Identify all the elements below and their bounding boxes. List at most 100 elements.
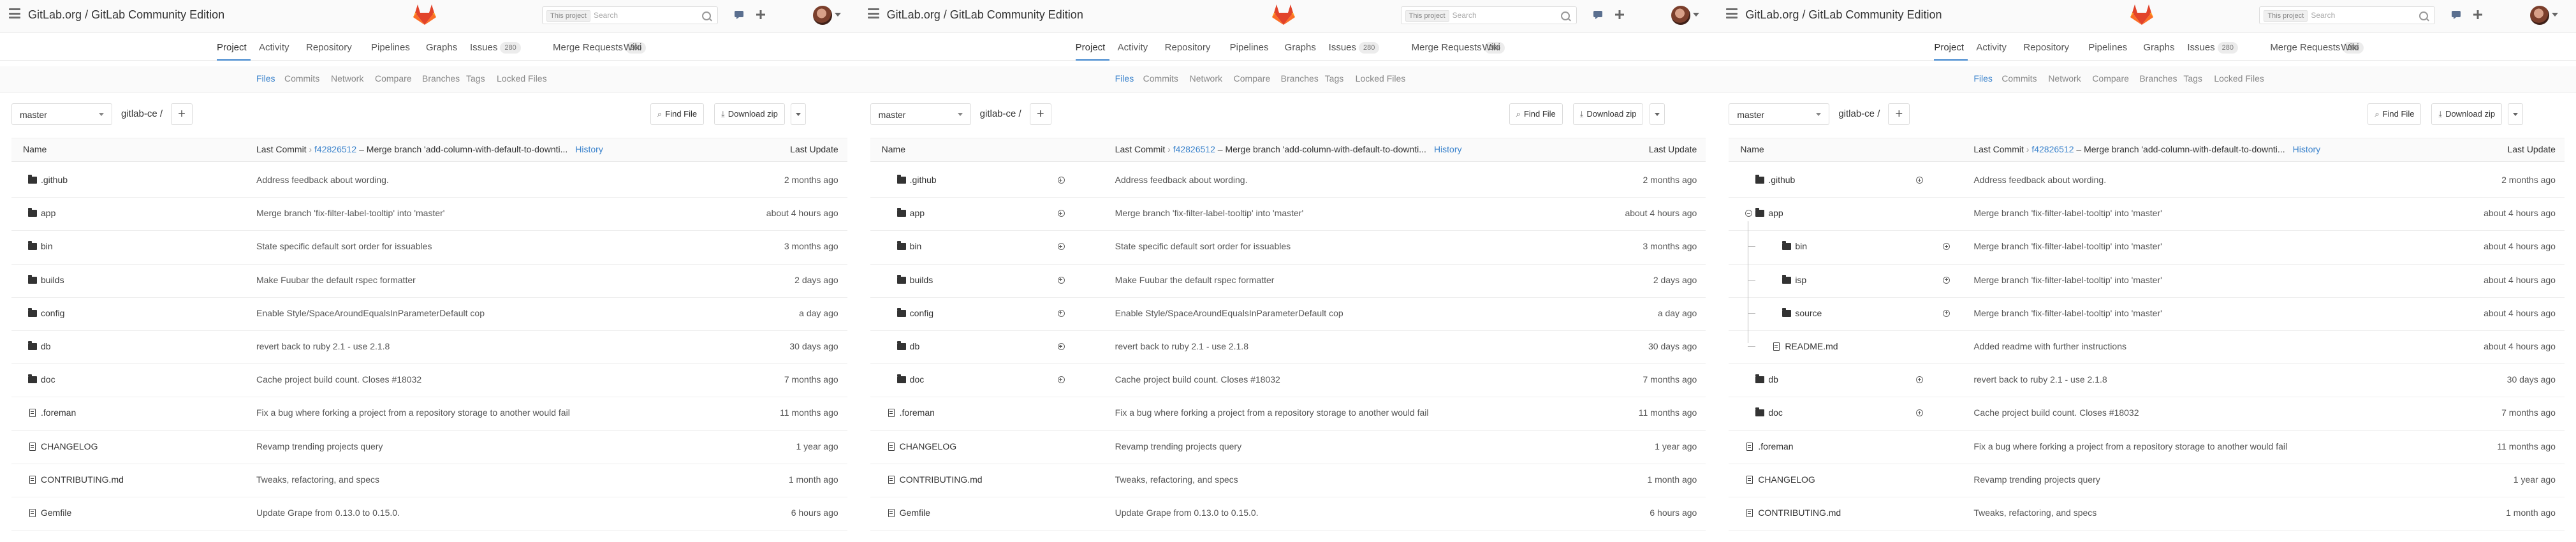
project-link[interactable]: GitLab Community Edition [1808,8,1942,21]
branch-select[interactable]: master [870,103,971,125]
entry-name[interactable]: CHANGELOG [887,441,956,451]
expand-icon[interactable] [1057,376,1065,384]
folder-row[interactable]: .github Address feedback about wording. 2 … [870,165,1706,198]
tab-wiki[interactable]: Wiki [1482,42,1500,53]
user-menu-caret[interactable] [1693,13,1700,17]
folder-row[interactable]: doc Cache project build count. Closes #18… [870,364,1706,398]
commit-message-link[interactable]: Address feedback about wording. [1115,175,1248,185]
entry-name[interactable]: app [28,208,55,218]
subtab-files[interactable]: Files [1973,73,1993,84]
commit-message-link[interactable]: Address feedback about wording. [1973,175,2106,185]
search-scope-badge[interactable]: This project [1405,10,1449,22]
group-link[interactable]: GitLab.org [28,8,82,21]
entry-name[interactable]: app [887,208,1065,218]
tab-pipelines[interactable]: Pipelines [2088,42,2127,53]
commit-message-link[interactable]: Update Grape from 0.13.0 to 0.15.0. [1115,508,1259,518]
expand-icon[interactable] [1057,342,1065,350]
collapse-icon[interactable] [1745,210,1753,217]
download-options-button[interactable] [2508,103,2524,125]
entry-name[interactable]: CHANGELOG [1745,474,1815,485]
breadcrumb-root[interactable]: gitlab-ce [1838,108,1875,119]
entry-name[interactable]: bin [28,241,53,251]
folder-row[interactable]: .github Address feedback about wording. 2 … [11,165,847,198]
tab-issues[interactable]: Issues 280 [1329,42,1380,54]
entry-name[interactable]: CONTRIBUTING.md [28,474,124,485]
commit-message-link[interactable]: Merge branch 'fix-filter-label-tooltip' … [1973,241,2162,251]
entry-name[interactable]: .foreman [887,407,935,418]
add-file-button[interactable]: + [1888,103,1910,125]
expand-icon[interactable] [1057,276,1065,284]
avatar[interactable] [812,6,832,25]
hamburger-icon[interactable] [9,8,20,18]
entry-name[interactable]: config [28,307,64,318]
entry-name[interactable]: config [887,307,1065,318]
entry-name[interactable]: db [1745,374,1924,385]
commit-message-link[interactable]: Revamp trending projects query [1115,441,1241,451]
user-menu-caret[interactable] [834,13,841,17]
expand-icon[interactable] [1916,376,1924,384]
project-link[interactable]: GitLab Community Edition [91,8,224,21]
download-zip-button[interactable]: ⤓ Download zip [1572,103,1644,125]
commit-message-link[interactable]: Fix a bug where forking a project from a… [256,407,570,418]
folder-row[interactable]: doc Cache project build count. Closes #18… [1729,397,2565,431]
search-input[interactable]: Search [594,11,618,20]
subtab-tags[interactable]: Tags [466,73,485,84]
avatar[interactable] [1671,6,1691,25]
commit-message-link[interactable]: Cache project build count. Closes #18032 [1973,407,2139,418]
commit-message-link[interactable]: Address feedback about wording. [256,175,389,185]
tab-wiki[interactable]: Wiki [624,42,641,53]
subtab-network[interactable]: Network [331,73,363,84]
entry-name[interactable]: db [887,341,1065,351]
file-row[interactable]: CONTRIBUTING.md Tweaks, refactoring, and … [870,464,1706,497]
folder-row[interactable]: source Merge branch 'fix-filter-label-too… [1729,298,2565,331]
user-menu-caret[interactable] [2551,13,2558,17]
entry-name[interactable]: Gemfile [28,508,71,518]
commit-message-link[interactable]: Merge branch 'fix-filter-label-tooltip' … [1973,208,2162,218]
issues-icon[interactable] [2449,8,2463,22]
commit-message-link[interactable]: Added readme with further instructions [1973,341,2126,351]
subtab-locked-files[interactable]: Locked Files [1356,73,1406,84]
folder-row[interactable]: app Merge branch 'fix-filter-label-toolti… [870,198,1706,231]
search-scope-badge[interactable]: This project [546,10,590,22]
tab-project[interactable]: Project [1076,42,1106,53]
tab-repository[interactable]: Repository [306,42,352,53]
file-row[interactable]: .foreman Fix a bug where forking a projec… [870,397,1706,431]
entry-name[interactable]: builds [28,274,64,285]
folder-row[interactable]: isp Merge branch 'fix-filter-label-toolti… [1729,265,2565,298]
file-row[interactable]: .foreman Fix a bug where forking a projec… [1729,431,2565,464]
tab-activity[interactable]: Activity [1976,42,2007,53]
subtab-branches[interactable]: Branches [422,73,460,84]
search-box[interactable]: This project Search [542,6,718,24]
plus-icon[interactable] [754,8,768,22]
find-file-button[interactable]: ⌕ Find File [2367,103,2422,125]
subtab-tags[interactable]: Tags [2183,73,2202,84]
commit-message-link[interactable]: Merge branch 'fix-filter-label-tooltip' … [256,208,444,218]
plus-icon[interactable] [2471,8,2485,22]
file-row[interactable]: CHANGELOG Revamp trending projects query 1… [870,431,1706,464]
entry-name[interactable]: .github [28,175,68,185]
commit-message-link[interactable]: revert back to ruby 2.1 - use 2.1.8 [256,341,390,351]
entry-name[interactable]: README.md [1772,341,1838,351]
tab-issues[interactable]: Issues 280 [470,42,521,54]
tab-activity[interactable]: Activity [259,42,289,53]
issues-icon[interactable] [1591,8,1605,22]
commit-message-link[interactable]: Update Grape from 0.13.0 to 0.15.0. [256,508,400,518]
subtab-compare[interactable]: Compare [1234,73,1271,84]
plus-icon[interactable] [1613,8,1627,22]
search-input[interactable]: Search [2311,11,2335,20]
file-row[interactable]: Gemfile Update Grape from 0.13.0 to 0.15.… [11,497,847,531]
entry-name[interactable]: doc [1745,407,1924,418]
hamburger-icon[interactable] [867,8,879,18]
expand-icon[interactable] [1943,309,1950,317]
file-row[interactable]: CONTRIBUTING.md Tweaks, refactoring, and … [11,464,847,497]
entry-name[interactable]: builds [887,274,1065,285]
commit-message-link[interactable]: Make Fuubar the default rspec formatter [256,275,416,285]
tab-project[interactable]: Project [1934,42,1964,53]
tab-pipelines[interactable]: Pipelines [371,42,410,53]
folder-row[interactable]: doc Cache project build count. Closes #18… [11,364,847,398]
entry-name[interactable]: .github [1745,175,1924,185]
history-link[interactable]: History [2293,144,2321,154]
issues-icon[interactable] [732,8,746,22]
commit-message-link[interactable]: Enable Style/SpaceAroundEqualsInParamete… [1115,308,1343,318]
entry-name[interactable]: CONTRIBUTING.md [1745,508,1841,518]
